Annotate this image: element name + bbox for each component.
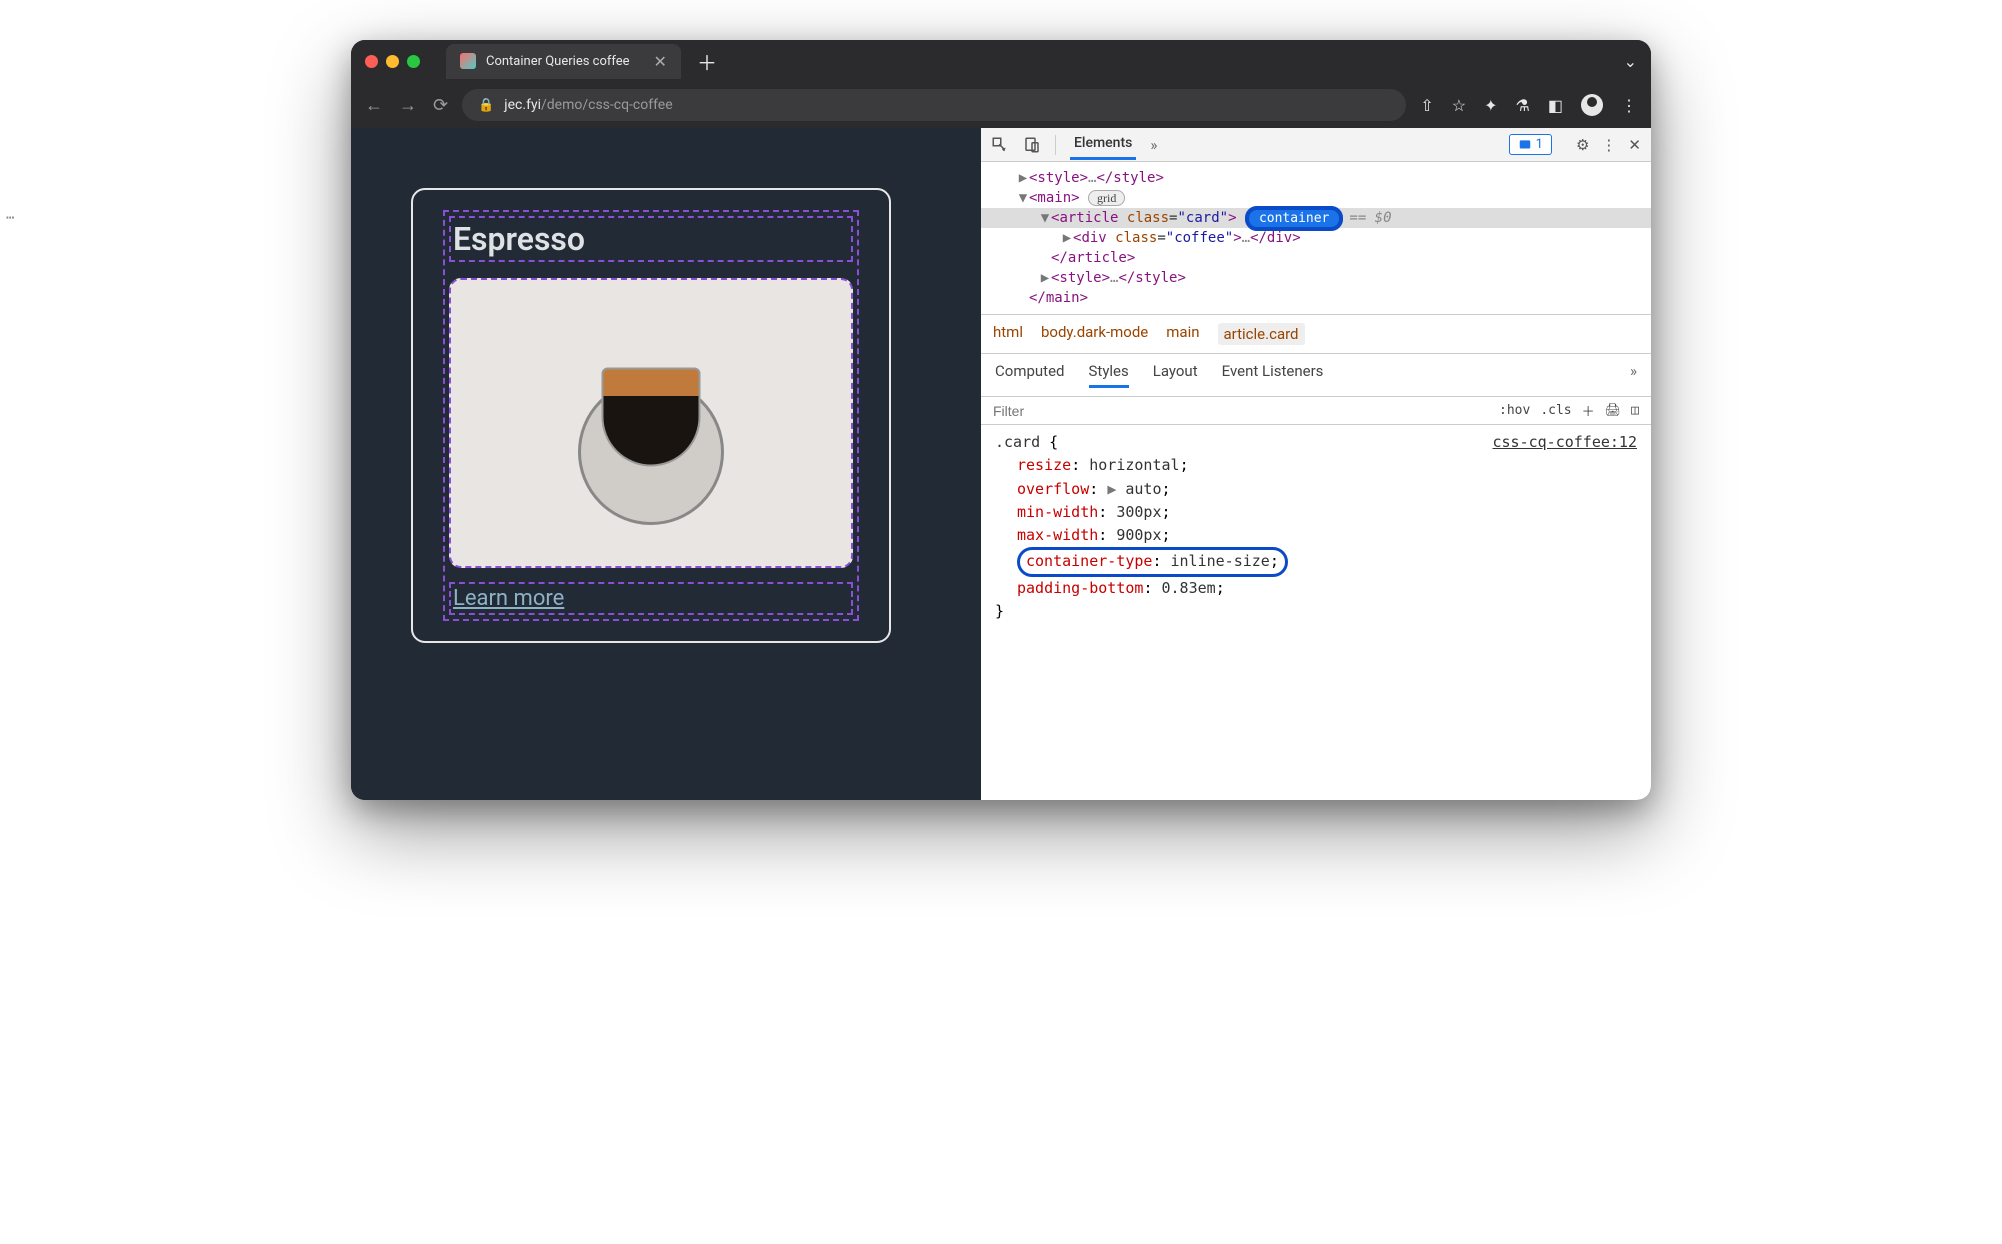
toolbar-right: ⇧ ☆ ✦ ⚗ ◧ ⋮ xyxy=(1420,94,1637,116)
breadcrumb-html[interactable]: html xyxy=(993,323,1023,345)
card: Espresso Learn more xyxy=(411,188,891,643)
sidebar-toggle-icon[interactable]: ◫ xyxy=(1631,403,1639,418)
devtools-panel: Elements » 1 ⚙ ⋮ ✕ ▶<style>…</style> ▼<m… xyxy=(981,128,1651,800)
css-declaration[interactable]: min-width: 300px; xyxy=(1017,501,1637,524)
traffic-lights xyxy=(365,55,420,68)
device-css-icon[interactable]: 🖨 xyxy=(1605,403,1622,418)
breadcrumb: html body.dark-mode main article.card xyxy=(981,314,1651,354)
nav-buttons: ← → ⟳ xyxy=(365,95,448,116)
styles-tabs: Computed Styles Layout Event Listeners » xyxy=(981,354,1651,397)
layout-tab[interactable]: Layout xyxy=(1153,362,1198,388)
styles-tab[interactable]: Styles xyxy=(1089,362,1129,388)
reload-button[interactable]: ⟳ xyxy=(433,95,448,116)
settings-icon[interactable]: ⚙ xyxy=(1576,136,1589,154)
css-rule[interactable]: css-cq-coffee:12 .card { resize: horizon… xyxy=(981,425,1651,629)
container-badge[interactable]: container xyxy=(1245,206,1343,231)
maximize-window-button[interactable] xyxy=(407,55,420,68)
expand-tabs-button[interactable]: ⌄ xyxy=(1624,52,1637,71)
inspect-icon[interactable] xyxy=(991,136,1009,154)
page-viewport: Espresso Learn more xyxy=(351,128,981,800)
new-tab-button[interactable]: ＋ xyxy=(697,47,717,76)
css-declaration[interactable]: max-width: 900px; xyxy=(1017,524,1637,547)
learn-more-link[interactable]: Learn more xyxy=(449,582,853,615)
toolbar: ← → ⟳ 🔒 jec.fyi/demo/css-cq-coffee ⇧ ☆ ✦… xyxy=(351,82,1651,128)
menu-button[interactable]: ⋮ xyxy=(1621,96,1637,115)
close-tab-button[interactable]: ✕ xyxy=(654,52,667,71)
hov-toggle[interactable]: :hov xyxy=(1499,403,1530,418)
css-source-link[interactable]: css-cq-coffee:12 xyxy=(1493,431,1638,454)
devtools-menu-icon[interactable]: ⋮ xyxy=(1601,136,1616,154)
coffee-image xyxy=(449,278,853,568)
url-path: /demo/css-cq-coffee xyxy=(541,97,673,113)
breadcrumb-article[interactable]: article.card xyxy=(1218,323,1305,345)
css-declaration[interactable]: resize: horizontal; xyxy=(1017,454,1637,477)
content-area: Espresso Learn more Elements » xyxy=(351,128,1651,800)
close-devtools-button[interactable]: ✕ xyxy=(1628,136,1641,154)
filter-input[interactable] xyxy=(993,403,1489,419)
device-toolbar-icon[interactable] xyxy=(1023,136,1041,154)
back-button[interactable]: ← xyxy=(365,95,383,116)
card-title: Espresso xyxy=(449,216,853,262)
lock-icon: 🔒 xyxy=(478,98,494,113)
url-domain: jec.fyi xyxy=(504,97,541,113)
forward-button[interactable]: → xyxy=(399,95,417,116)
elements-tab[interactable]: Elements xyxy=(1070,129,1136,160)
filter-bar: :hov .cls ＋ 🖨 ◫ xyxy=(981,397,1651,425)
share-icon[interactable]: ⇧ xyxy=(1420,96,1433,115)
css-declaration[interactable]: overflow: ▶ auto; xyxy=(1017,478,1637,501)
extensions-icon[interactable]: ✦ xyxy=(1484,96,1497,115)
css-declaration[interactable]: padding-bottom: 0.83em; xyxy=(1017,577,1637,600)
new-style-rule-button[interactable]: ＋ xyxy=(1582,401,1595,420)
browser-tab[interactable]: Container Queries coffee ✕ xyxy=(446,44,681,79)
tab-title: Container Queries coffee xyxy=(486,54,630,69)
computed-tab[interactable]: Computed xyxy=(995,362,1065,388)
devtools-tabs: Elements » 1 ⚙ ⋮ ✕ xyxy=(981,128,1651,162)
bookmark-icon[interactable]: ☆ xyxy=(1452,96,1466,115)
css-declaration[interactable]: container-type: inline-size; xyxy=(1017,547,1637,576)
issues-count: 1 xyxy=(1536,137,1543,152)
selected-dom-node[interactable]: ⋯ ▼<article class="card"> container== $0 xyxy=(981,208,1651,228)
close-window-button[interactable] xyxy=(365,55,378,68)
labs-icon[interactable]: ⚗ xyxy=(1516,96,1530,115)
avatar-icon[interactable] xyxy=(1581,94,1603,116)
favicon-icon xyxy=(460,53,476,69)
grid-badge[interactable]: grid xyxy=(1088,190,1125,206)
cls-toggle[interactable]: .cls xyxy=(1540,403,1571,418)
more-tabs-button[interactable]: » xyxy=(1150,136,1157,154)
browser-window: Container Queries coffee ✕ ＋ ⌄ ← → ⟳ 🔒 j… xyxy=(351,40,1651,800)
dom-tree[interactable]: ▶<style>…</style> ▼<main> grid ⋯ ▼<artic… xyxy=(981,162,1651,314)
breadcrumb-body[interactable]: body.dark-mode xyxy=(1041,323,1148,345)
event-listeners-tab[interactable]: Event Listeners xyxy=(1222,362,1324,388)
titlebar: Container Queries coffee ✕ ＋ ⌄ xyxy=(351,40,1651,82)
breadcrumb-main[interactable]: main xyxy=(1166,323,1199,345)
side-panel-icon[interactable]: ◧ xyxy=(1548,96,1563,115)
more-styles-tabs[interactable]: » xyxy=(1630,362,1637,388)
url-bar[interactable]: 🔒 jec.fyi/demo/css-cq-coffee xyxy=(462,89,1406,121)
minimize-window-button[interactable] xyxy=(386,55,399,68)
issues-badge[interactable]: 1 xyxy=(1509,134,1552,155)
